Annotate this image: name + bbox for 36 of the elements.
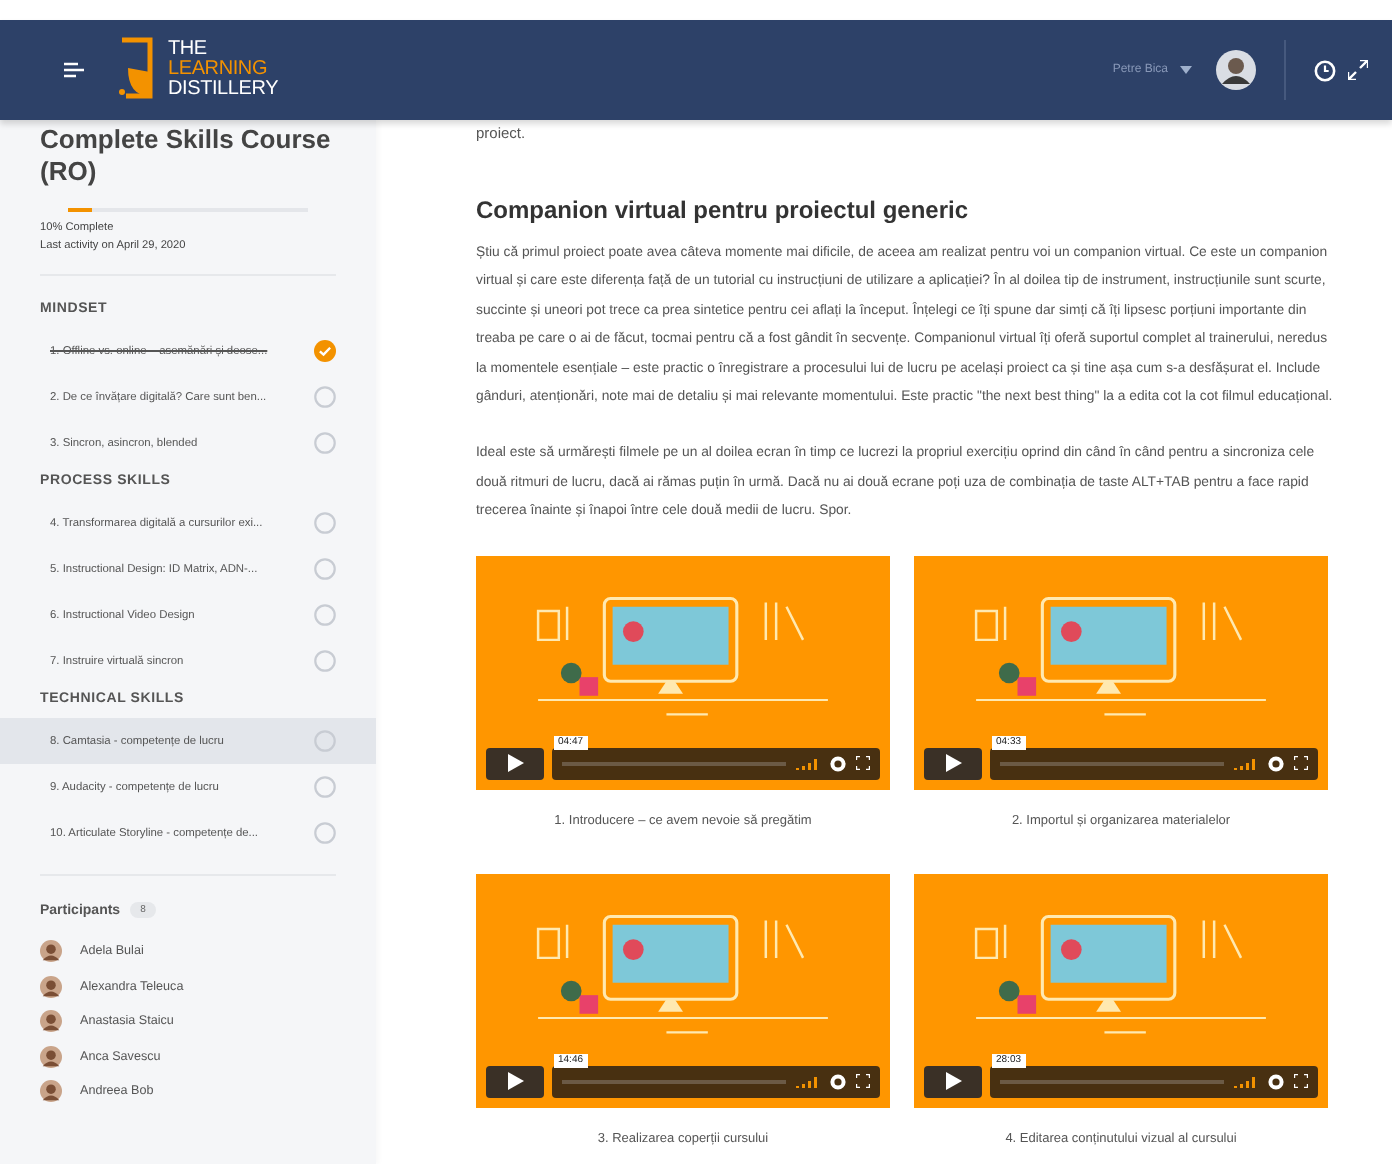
- fullscreen-icon[interactable]: [1348, 60, 1368, 80]
- fullscreen-icon[interactable]: [856, 756, 870, 771]
- volume-icon[interactable]: [1234, 756, 1258, 771]
- play-icon: [507, 1072, 523, 1091]
- avatar-icon: [40, 1010, 62, 1033]
- logo-text: THE: [168, 40, 209, 60]
- play-button[interactable]: [486, 747, 544, 780]
- menu-icon[interactable]: [64, 62, 84, 78]
- play-button[interactable]: [486, 1065, 544, 1098]
- seek-track[interactable]: [562, 1079, 786, 1084]
- avatar-icon: [40, 975, 62, 998]
- seek-track[interactable]: [1000, 761, 1224, 766]
- fullscreen-icon[interactable]: [1294, 1074, 1308, 1089]
- fullscreen-icon[interactable]: [856, 1074, 870, 1089]
- fullscreen-icon[interactable]: [1294, 756, 1308, 771]
- logo-text: LEARNING: [168, 60, 270, 80]
- seek-track[interactable]: [1000, 1079, 1224, 1084]
- volume-icon[interactable]: [796, 756, 820, 771]
- play-icon: [507, 754, 523, 773]
- play-button[interactable]: [924, 747, 982, 780]
- section-title: Companion virtual pentru proiectul generic: [476, 196, 971, 224]
- play-button[interactable]: [924, 1065, 982, 1098]
- play-icon: [945, 1072, 961, 1091]
- caret-icon[interactable]: [1180, 66, 1192, 74]
- avatar-icon: [40, 1045, 62, 1068]
- seek-track[interactable]: [562, 761, 786, 766]
- clock-icon[interactable]: [1314, 59, 1336, 81]
- play-icon: [945, 754, 961, 773]
- avatar-icon: [40, 1080, 62, 1103]
- avatar-icon: [40, 940, 62, 963]
- logo-icon: [116, 36, 156, 104]
- volume-icon[interactable]: [1234, 1074, 1258, 1089]
- logo-text: DISTILLERY: [168, 80, 279, 100]
- volume-icon[interactable]: [796, 1074, 820, 1089]
- course-title: Complete Skills Course (RO): [40, 124, 333, 188]
- avatar-icon[interactable]: [1216, 50, 1256, 90]
